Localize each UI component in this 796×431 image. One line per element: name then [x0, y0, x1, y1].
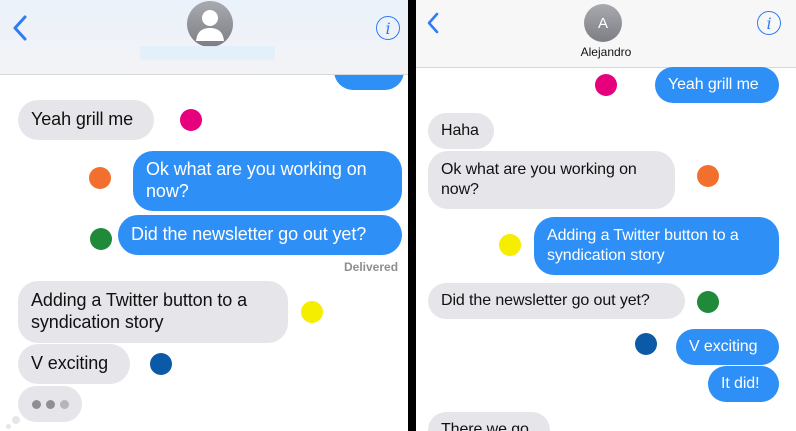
message-text: Ok what are you working on now?: [441, 161, 637, 198]
message-bubble-in[interactable]: Yeah grill me: [18, 100, 154, 140]
message-text: Adding a Twitter button to a syndication…: [547, 227, 739, 264]
delivered-status: Delivered: [344, 260, 399, 274]
panel-divider: [408, 0, 416, 431]
marker-dot-blue: [635, 333, 657, 355]
message-text: It did!: [721, 375, 760, 393]
message-bubble-in[interactable]: Ok what are you working on now?: [428, 151, 675, 209]
message-text: Yeah grill me: [668, 76, 759, 94]
marker-dot-yellow: [301, 301, 323, 323]
message-text: Did the newsletter go out yet?: [131, 224, 367, 245]
info-circle-icon[interactable]: i: [376, 16, 400, 40]
typing-tail: [6, 424, 11, 429]
message-bubble-in[interactable]: V exciting: [18, 344, 130, 384]
marker-dot-orange: [697, 165, 719, 187]
message-text: Did the newsletter go out yet?: [441, 292, 650, 310]
message-bubble-out[interactable]: Ok what are you working on now?: [133, 151, 402, 211]
chevron-left-icon[interactable]: [426, 12, 440, 34]
left-conversation: i Yeah grill me Ok what are you working …: [0, 0, 408, 431]
message-text: Haha: [441, 122, 479, 140]
marker-dot-green: [90, 228, 112, 250]
typing-dots-icon: [18, 386, 82, 422]
message-bubble-in[interactable]: There we go: [428, 412, 550, 431]
typing-tail: [12, 416, 20, 424]
chevron-left-icon[interactable]: [12, 15, 28, 41]
conversation-header: A Alejandro i: [416, 0, 796, 68]
message-text: Yeah grill me: [31, 109, 134, 130]
message-text: Adding a Twitter button to a syndication…: [31, 290, 248, 332]
contact-name[interactable]: Alejandro: [416, 45, 796, 59]
marker-dot-yellow: [499, 234, 521, 256]
message-bubble-out[interactable]: Yeah grill me: [655, 67, 779, 103]
marker-dot-magenta: [180, 109, 202, 131]
conversation-header: i: [0, 0, 408, 75]
marker-dot-orange: [89, 167, 111, 189]
contact-name-redacted: [140, 46, 275, 60]
info-circle-icon[interactable]: i: [757, 11, 781, 35]
message-text: V exciting: [689, 338, 758, 356]
marker-dot-blue: [150, 353, 172, 375]
message-bubble-in[interactable]: Haha: [428, 113, 494, 149]
message-bubble-in[interactable]: Adding a Twitter button to a syndication…: [18, 281, 288, 343]
avatar[interactable]: [187, 1, 233, 47]
message-bubble-out[interactable]: It did!: [708, 366, 779, 402]
right-conversation: A Alejandro i Yeah grill me Haha Ok what…: [416, 0, 796, 431]
person-silhouette-icon: [196, 10, 224, 41]
marker-dot-green: [697, 291, 719, 313]
avatar[interactable]: A: [584, 4, 622, 42]
marker-dot-magenta: [595, 74, 617, 96]
message-bubble-out[interactable]: Did the newsletter go out yet?: [118, 215, 402, 255]
message-text: V exciting: [31, 353, 109, 374]
message-text: Ok what are you working on now?: [146, 159, 367, 201]
message-bubble-out[interactable]: V exciting: [676, 329, 779, 365]
message-text: There we go: [441, 421, 529, 431]
message-bubble-in[interactable]: Did the newsletter go out yet?: [428, 283, 685, 319]
message-bubble-out[interactable]: Adding a Twitter button to a syndication…: [534, 217, 779, 275]
